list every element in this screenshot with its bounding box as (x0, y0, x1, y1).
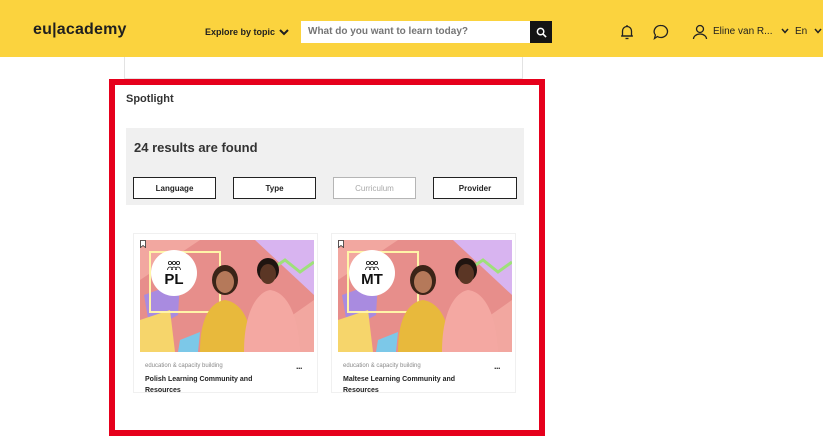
course-card[interactable]: PL education & capacity building ... Pol… (133, 233, 318, 393)
page-divider (124, 57, 125, 79)
more-options-button[interactable]: ... (494, 361, 501, 371)
type-filter-button[interactable]: Type (233, 177, 316, 199)
chevron-down-icon[interactable] (814, 28, 822, 34)
community-icon (167, 260, 181, 270)
search-button[interactable] (530, 21, 552, 43)
course-card[interactable]: MT education & capacity building ... Mal… (331, 233, 516, 393)
course-title[interactable]: Polish Learning Community and Resources (145, 374, 285, 392)
course-category: education & capacity building (145, 363, 223, 369)
course-category: education & capacity building (343, 363, 421, 369)
course-title[interactable]: Maltese Learning Community and Resources (343, 374, 483, 392)
user-icon (692, 24, 708, 40)
user-account-button[interactable] (690, 22, 710, 42)
provider-filter-button[interactable]: Provider (433, 177, 517, 199)
country-code: MT (361, 270, 383, 288)
chat-icon (653, 24, 669, 41)
curriculum-filter-button[interactable]: Curriculum (333, 177, 416, 199)
eu-academy-logo[interactable]: eu|academy (33, 21, 127, 39)
messages-button[interactable] (651, 22, 671, 42)
chevron-down-icon[interactable] (781, 28, 789, 34)
bell-icon (621, 25, 633, 40)
country-code: PL (164, 270, 184, 288)
search-input[interactable] (301, 21, 530, 43)
community-icon (365, 260, 379, 270)
course-badge: PL (151, 250, 197, 296)
explore-label: Explore by topic (205, 27, 276, 37)
search-icon (536, 27, 547, 38)
results-count: 24 results are found (134, 140, 258, 155)
bookmark-icon[interactable] (338, 240, 344, 248)
bookmark-icon[interactable] (140, 240, 146, 248)
chevron-down-icon (279, 28, 289, 35)
spotlight-title: Spotlight (126, 93, 174, 105)
explore-by-topic-menu[interactable]: Explore by topic (205, 27, 289, 37)
top-header: eu|academy Explore by topic Eline van R.… (0, 0, 823, 57)
notifications-button[interactable] (617, 22, 637, 42)
more-options-button[interactable]: ... (296, 361, 303, 371)
user-name[interactable]: Eline van R... (713, 26, 772, 37)
course-badge: MT (349, 250, 395, 296)
language-filter-button[interactable]: Language (133, 177, 216, 199)
language-selector[interactable]: En (795, 26, 807, 37)
page-divider (522, 57, 523, 79)
